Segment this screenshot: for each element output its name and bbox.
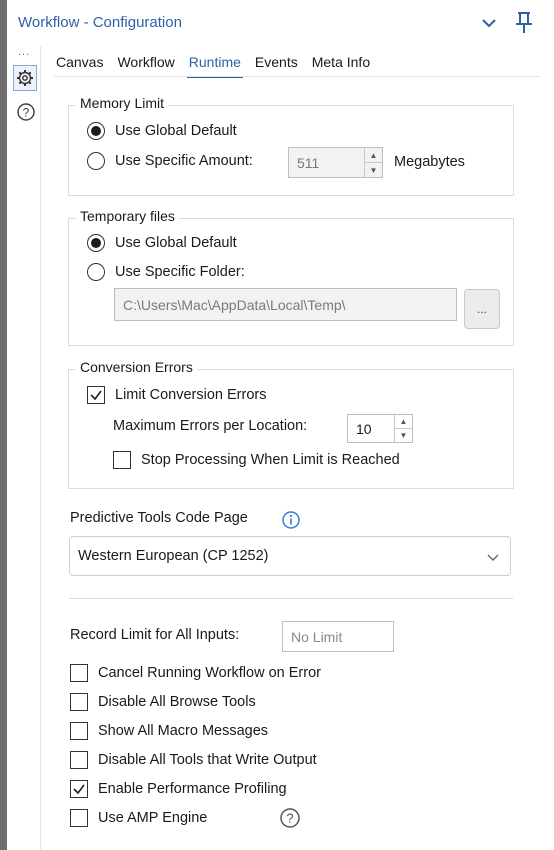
temp-global-label: Use Global Default	[115, 235, 237, 251]
chevron-down-icon[interactable]	[480, 14, 498, 32]
disable-browse-label: Disable All Browse Tools	[98, 694, 256, 710]
option-show-macro-messages[interactable]: Show All Macro Messages	[70, 722, 268, 740]
spin-up-icon[interactable]: ▲	[365, 148, 382, 162]
stop-processing-label: Stop Processing When Limit is Reached	[141, 452, 400, 468]
help-icon[interactable]: ?	[16, 102, 36, 122]
browse-folder-button[interactable]: ...	[464, 289, 500, 329]
tab-underline	[54, 76, 540, 77]
spin-down-icon[interactable]: ▼	[365, 162, 382, 177]
tab-workflow[interactable]: Workflow	[115, 52, 180, 76]
gear-icon[interactable]	[13, 65, 37, 91]
window-edge	[0, 0, 7, 850]
predictive-tools-label: Predictive Tools Code Page	[70, 510, 248, 526]
disable-browse-checkbox[interactable]	[70, 693, 88, 711]
limit-conversion-option[interactable]: Limit Conversion Errors	[87, 386, 267, 404]
svg-text:?: ?	[286, 811, 293, 826]
option-disable-output-tools[interactable]: Disable All Tools that Write Output	[70, 751, 317, 769]
option-disable-browse[interactable]: Disable All Browse Tools	[70, 693, 256, 711]
temp-specific-radio[interactable]	[87, 263, 105, 281]
tab-canvas[interactable]: Canvas	[54, 52, 109, 76]
spin-down-icon[interactable]: ▼	[395, 428, 412, 442]
memory-specific-label: Use Specific Amount:	[115, 153, 253, 169]
memory-specific-option[interactable]: Use Specific Amount:	[87, 152, 253, 170]
spin-up-icon[interactable]: ▲	[395, 415, 412, 428]
memory-amount-stepper[interactable]: 511 ▲ ▼	[288, 147, 383, 178]
memory-spin[interactable]: ▲ ▼	[364, 148, 382, 177]
sidebar	[7, 46, 41, 850]
pin-icon[interactable]	[514, 10, 534, 34]
sidebar-divider	[40, 46, 41, 850]
max-errors-label: Maximum Errors per Location:	[113, 418, 308, 434]
show-macro-messages-checkbox[interactable]	[70, 722, 88, 740]
memory-global-radio[interactable]	[87, 122, 105, 140]
limit-conversion-checkbox[interactable]	[87, 386, 105, 404]
amp-engine-checkbox[interactable]	[70, 809, 88, 827]
temp-global-radio[interactable]	[87, 234, 105, 252]
temporary-files-title: Temporary files	[76, 208, 179, 224]
tab-bar: Canvas Workflow Runtime Events Meta Info	[54, 52, 382, 78]
show-macro-messages-label: Show All Macro Messages	[98, 723, 269, 739]
cancel-on-error-checkbox[interactable]	[70, 664, 88, 682]
performance-profiling-label: Enable Performance Profiling	[98, 781, 287, 797]
amp-engine-label: Use AMP Engine	[98, 810, 208, 826]
tab-meta-info[interactable]: Meta Info	[310, 52, 376, 76]
svg-text:?: ?	[23, 106, 30, 120]
memory-global-label: Use Global Default	[115, 123, 237, 139]
chevron-down-icon	[487, 554, 499, 561]
memory-amount-value: 511	[297, 154, 320, 171]
temp-specific-option[interactable]: Use Specific Folder:	[87, 263, 245, 281]
section-divider	[69, 598, 513, 599]
cancel-on-error-label: Cancel Running Workflow on Error	[98, 665, 321, 681]
window-title: Workflow - Configuration	[18, 14, 182, 31]
conversion-errors-title: Conversion Errors	[76, 359, 197, 375]
temp-global-option[interactable]: Use Global Default	[87, 234, 237, 252]
max-errors-spin[interactable]: ▲ ▼	[394, 415, 412, 442]
tab-events[interactable]: Events	[253, 52, 304, 76]
temp-folder-input[interactable]: C:\Users\Mac\AppData\Local\Temp\	[114, 288, 457, 321]
record-limit-label: Record Limit for All Inputs:	[70, 627, 240, 643]
memory-limit-title: Memory Limit	[76, 95, 169, 111]
memory-unit: Megabytes	[394, 154, 465, 170]
performance-profiling-checkbox[interactable]	[70, 780, 88, 798]
help-icon[interactable]: ?	[279, 807, 301, 829]
code-page-select[interactable]: Western European (CP 1252)	[69, 536, 511, 576]
configuration-panel: Workflow - Configuration ... ? Canvas Wo…	[7, 0, 554, 850]
memory-global-option[interactable]: Use Global Default	[87, 122, 237, 140]
disable-output-tools-label: Disable All Tools that Write Output	[98, 752, 317, 768]
tab-runtime[interactable]: Runtime	[186, 52, 247, 78]
disable-output-tools-checkbox[interactable]	[70, 751, 88, 769]
option-cancel-on-error[interactable]: Cancel Running Workflow on Error	[70, 664, 321, 682]
memory-specific-radio[interactable]	[87, 152, 105, 170]
title-bar: Workflow - Configuration	[7, 0, 554, 46]
checkmark-icon	[90, 390, 102, 401]
code-page-value: Western European (CP 1252)	[78, 548, 269, 564]
temp-specific-label: Use Specific Folder:	[115, 264, 245, 280]
max-errors-stepper[interactable]: 10 ▲ ▼	[347, 414, 413, 443]
record-limit-input[interactable]: No Limit	[282, 621, 394, 652]
stop-processing-checkbox[interactable]	[113, 451, 131, 469]
max-errors-value: 10	[356, 420, 372, 437]
info-icon[interactable]	[281, 510, 301, 530]
option-amp-engine[interactable]: Use AMP Engine	[70, 809, 207, 827]
checkmark-icon	[73, 784, 85, 795]
option-performance-profiling[interactable]: Enable Performance Profiling	[70, 780, 287, 798]
stop-processing-option[interactable]: Stop Processing When Limit is Reached	[113, 451, 400, 469]
more-icon[interactable]: ...	[18, 46, 30, 58]
limit-conversion-label: Limit Conversion Errors	[115, 387, 267, 403]
